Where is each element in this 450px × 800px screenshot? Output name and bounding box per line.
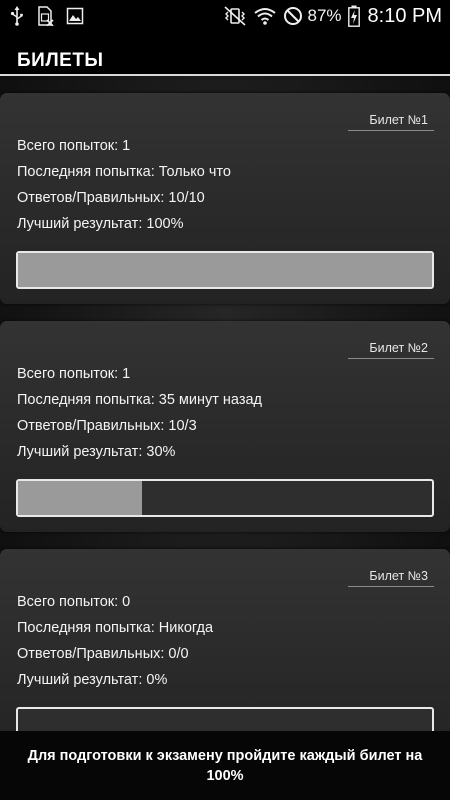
status-bar-left [10,6,96,26]
wifi-icon [253,6,277,26]
best-result: Лучший результат: 100% [17,216,184,232]
attempts-count: Всего попыток: 1 [17,366,131,382]
usb-icon [10,6,24,26]
best-result: Лучший результат: 0% [17,672,168,688]
last-attempt: Последняя попытка: Никогда [17,620,214,636]
answers-correct: Ответов/Правильных: 10/10 [17,190,205,206]
ticket-stats: Всего попыток: 1 Последняя попытка: Толь… [17,133,231,237]
app-header: БИЛЕТЫ [0,32,450,76]
progress-fill [18,253,432,287]
status-bar-right: 87% 8:10 PM [217,5,442,28]
ticket-card-3[interactable]: Билет №3 Всего попыток: 0 Последняя попы… [0,549,450,760]
ticket-card-2[interactable]: Билет №2 Всего попыток: 1 Последняя попы… [0,321,450,532]
vibrate-icon [223,6,247,26]
progress-bar [16,479,434,517]
progress-fill [18,481,143,515]
attempts-count: Всего попыток: 0 [17,594,131,610]
battery-charging-icon [347,5,360,27]
block-icon [283,6,303,26]
ticket-label: Билет №1 [348,113,434,131]
toast-message: Для подготовки к экзамену пройдите кажды… [0,731,450,800]
toast-text: Для подготовки к экзамену пройдите кажды… [27,747,423,784]
best-result: Лучший результат: 30% [17,444,176,460]
last-attempt: Последняя попытка: Только что [17,164,231,180]
answers-correct: Ответов/Правильных: 10/3 [17,418,197,434]
clock: 8:10 PM [367,4,442,27]
status-bar: 87% 8:10 PM [0,0,450,32]
answers-correct: Ответов/Правильных: 0/0 [17,646,189,662]
ticket-label: Билет №3 [348,569,434,587]
app-screen: 87% 8:10 PM БИЛЕТЫ Билет №1 Всего попыто… [0,0,450,800]
attempts-count: Всего попыток: 1 [17,138,131,154]
page-title: БИЛЕТЫ [17,50,104,71]
ticket-label: Билет №2 [348,341,434,359]
ticket-stats: Всего попыток: 0 Последняя попытка: Нико… [17,589,213,693]
image-icon [66,7,84,25]
battery-percent: 87% [307,6,342,25]
last-attempt: Последняя попытка: 35 минут назад [17,392,262,408]
progress-bar [16,251,434,289]
ticket-card-1[interactable]: Билет №1 Всего попыток: 1 Последняя попы… [0,93,450,304]
sim-card-icon [36,6,54,26]
ticket-stats: Всего попыток: 1 Последняя попытка: 35 м… [17,361,262,465]
